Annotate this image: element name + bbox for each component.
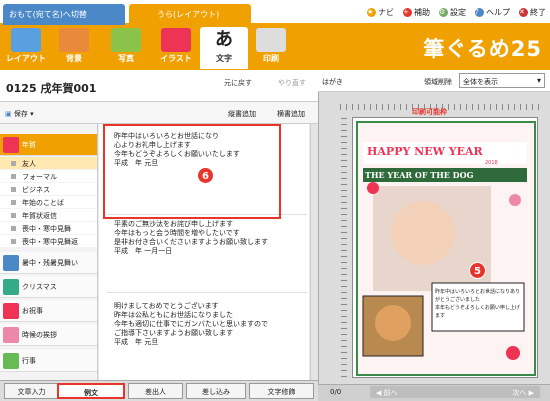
toolbar-print-button[interactable]: 印刷 [247,27,295,69]
redo-button[interactable]: やり直す [278,78,306,88]
tab-text-decoration[interactable]: 文字修飾 [249,383,314,399]
seasonal-icon [3,327,19,343]
background-icon [59,28,89,52]
tab-example[interactable]: 例文 [57,383,125,399]
save-button[interactable]: ▣ 保存 ▾ [5,109,34,119]
toolbar-photo-button[interactable]: 写真 [102,27,150,69]
postcard-preview[interactable]: HAPPY NEW YEAR 2018 THE YEAR OF THE DOG … [352,117,538,378]
tab-omote-switch[interactable]: おもて(宛て名)へ切替 [3,4,125,25]
gear-icon: ⚙ [439,8,448,17]
card-year-number: 2018 [485,160,498,166]
toolbar-text-button[interactable]: あ文字 [200,27,248,69]
close-icon: ✕ [519,8,528,17]
text-icon: あ [209,28,239,52]
plus-icon: + [403,8,412,17]
next-button[interactable]: 次へ ▶ [512,388,534,398]
menu-navi[interactable]: ★ ナビ [367,7,394,18]
navi-icon: ★ [367,8,376,17]
page-title: 0125 戌年賀001 [6,82,97,95]
sub-business[interactable]: ビジネス [0,183,97,195]
menu-help[interactable]: ? ヘルプ [475,7,510,18]
tree-icon [3,279,19,295]
top-menu: ★ ナビ + 補助 ⚙ 設定 ? ヘルプ ✕ 終了 [367,7,546,18]
sub-new-year-words[interactable]: 年始のことば [0,196,97,208]
tab-insert[interactable]: 差し込み [186,383,246,399]
card-year-of-dog: THE YEAR OF THE DOG [365,170,474,180]
view-select[interactable]: 全体を表示 [459,73,545,88]
prev-button[interactable]: ◀ 前へ [376,389,398,397]
app-brand: 筆ぐるめ25 [423,37,542,61]
page-counter: 0/0 [330,388,342,396]
tab-text-input[interactable]: 文章入力 [4,383,59,399]
tab-ura-layout[interactable]: うら(レイアウト) [129,4,251,25]
illust-icon [161,28,191,52]
category-seasonal[interactable]: 時候の挨拶 [0,324,97,346]
toolbar-illust-button[interactable]: イラスト [152,27,200,69]
main-toolbar: レイアウト 背景 写真 イラスト あ文字 印刷 筆ぐるめ25 [0,25,550,70]
toolbar-layout-button[interactable]: レイアウト [2,27,50,69]
menu-hosoku[interactable]: + 補助 [403,7,430,18]
horizontal-add-button[interactable]: 横書追加 [277,109,305,119]
shochu-icon [3,255,19,271]
nenga-icon [3,137,19,153]
example-item[interactable]: 平素のご無沙汰をお詫び申し上げます 今年はもっと会う時間を増やしたいです 是非お… [114,220,268,256]
area-delete-button[interactable]: 領域削除 [424,77,452,87]
menu-settings[interactable]: ⚙ 設定 [439,7,466,18]
floppy-icon: ▣ [5,110,12,118]
category-sidebar: 年賀 友人 フォーマル ビジネス 年始のことば 年賀状返信 喪中・寒中見舞 喪中… [0,124,98,380]
step-badge-5: 5 [469,262,486,279]
divider [107,292,307,293]
page-nav[interactable]: ◀ 前へ 次へ ▶ [370,386,540,398]
events-icon [3,353,19,369]
card-message[interactable]: 昨年中はいろいろとお世話になりありがとうございました 本年もどうぞよろしくお願い… [435,288,521,320]
sub-formal[interactable]: フォーマル [0,170,97,182]
photo-icon [111,28,141,52]
vertical-ruler [341,118,347,378]
sub-mochu-reply[interactable]: 喪中・寒中見舞返 [0,235,97,247]
category-shochu[interactable]: 暑中・残暑見舞い [0,252,97,274]
category-events[interactable]: 行事 [0,350,97,372]
vertical-add-button[interactable]: 縦書追加 [228,109,256,119]
sub-nenga-reply[interactable]: 年賀状返信 [0,209,97,221]
toolbar-background-button[interactable]: 背景 [50,27,98,69]
undo-button[interactable]: 元に戻す [224,78,252,88]
sub-mochu[interactable]: 喪中・寒中見舞 [0,222,97,234]
hagaki-label: はがき [322,78,343,86]
help-icon: ? [475,8,484,17]
printer-icon [256,28,286,52]
celebration-icon [3,303,19,319]
category-christmas[interactable]: クリスマス [0,276,97,298]
selected-example-highlight [103,124,281,219]
tab-sender[interactable]: 差出人 [128,383,183,399]
example-item[interactable]: 明けましておめでとうございます 昨年は公私ともにお世話になりました 今年も適切に… [114,302,268,347]
step-badge-6: 6 [197,167,214,184]
layout-icon [11,28,41,52]
printable-area-label: 印刷可能枠 [412,108,447,116]
card-happy-new-year: HAPPY NEW YEAR [367,145,483,158]
save-bar [0,102,318,124]
example-scrollbar[interactable] [310,124,318,380]
category-celebration[interactable]: お祝事 [0,300,97,322]
menu-exit[interactable]: ✕ 終了 [519,7,546,18]
sub-friend[interactable]: 友人 [0,157,97,169]
category-nenga[interactable]: 年賀 [0,134,97,156]
